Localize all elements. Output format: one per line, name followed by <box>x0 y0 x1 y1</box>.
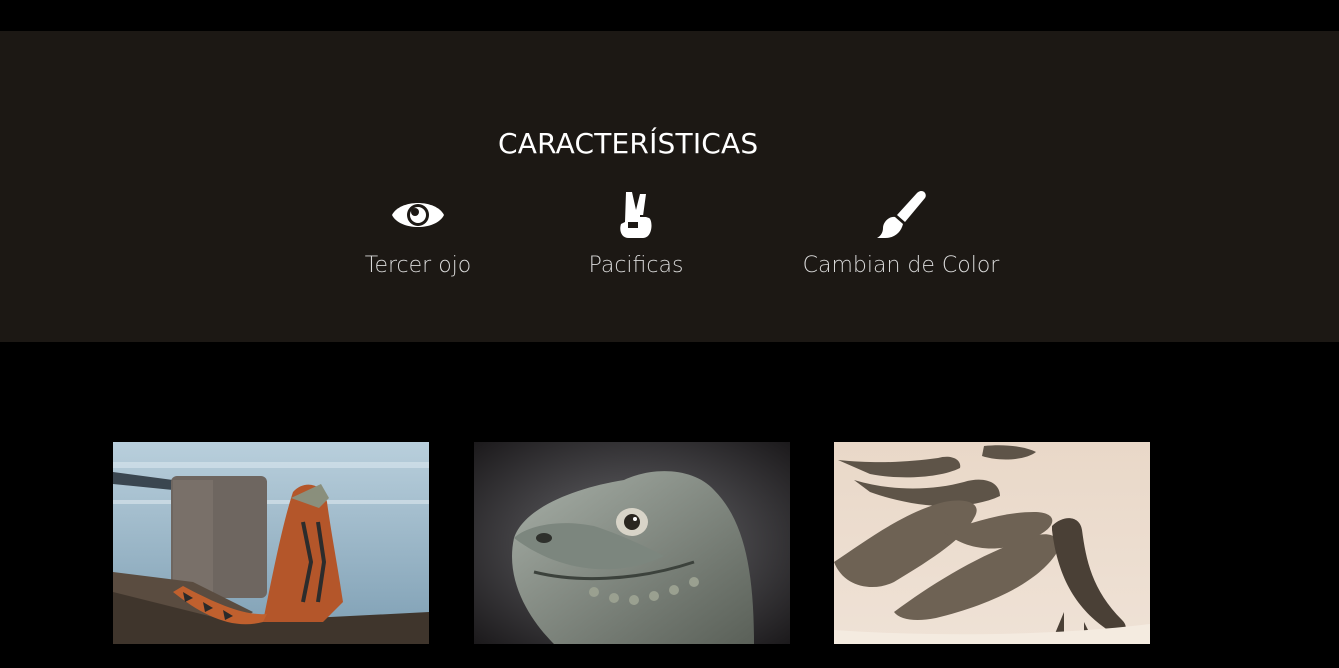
features-title: CARACTERÍSTICAS <box>498 127 759 160</box>
peace-hand-icon <box>604 189 668 241</box>
feature-item-cambian-de-color: Cambian de Color <box>803 189 999 278</box>
eye-icon <box>386 189 450 241</box>
gallery-image-iguana-closeup <box>474 442 790 644</box>
paint-brush-icon <box>869 189 933 241</box>
feature-label: Tercer ojo <box>364 253 472 278</box>
feature-label: Cambian de Color <box>802 253 1000 278</box>
gallery-image-iguanas-sand <box>834 442 1150 644</box>
gallery-image-iguana-shore <box>113 442 429 644</box>
feature-item-tercer-ojo: Tercer ojo <box>364 189 472 278</box>
feature-label: Pacificas <box>588 253 684 278</box>
features-section: CARACTERÍSTICAS Tercer ojo Pacificas Cam… <box>0 31 1339 342</box>
page: CARACTERÍSTICAS Tercer ojo Pacificas Cam… <box>0 0 1339 668</box>
feature-item-pacificas: Pacificas <box>589 189 683 278</box>
